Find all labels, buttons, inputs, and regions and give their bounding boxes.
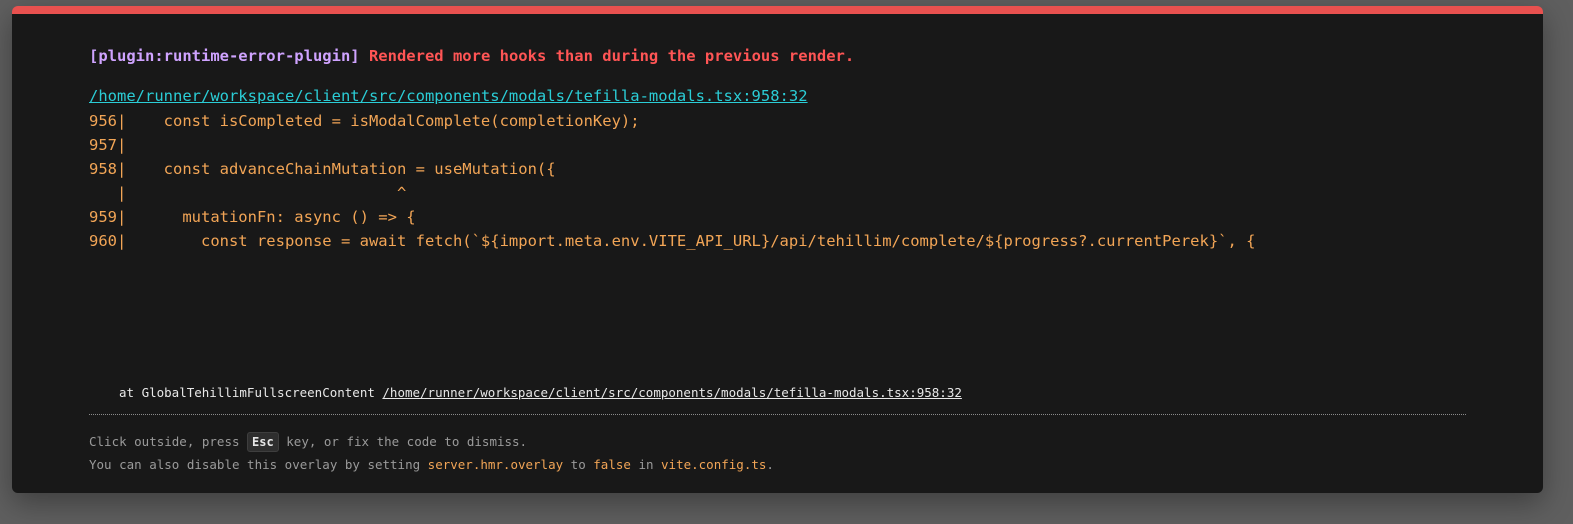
divider	[89, 414, 1466, 415]
config-value: false	[593, 457, 631, 472]
code-line: 956| const isCompleted = isModalComplete…	[89, 112, 640, 130]
disable-tip: You can also disable this overlay by set…	[89, 457, 774, 472]
page-background[interactable]: { "error": { "plugin": "[plugin:runtime-…	[0, 0, 1573, 524]
config-option: server.hmr.overlay	[427, 457, 564, 472]
tip-text: in	[638, 457, 654, 472]
error-overlay: [plugin:runtime-error-plugin] Rendered m…	[12, 6, 1543, 493]
code-line-caret: | ^	[89, 184, 407, 202]
tip-text: .	[766, 457, 774, 472]
stack-prefix: at GlobalTehillimFullscreenContent	[119, 385, 375, 400]
error-text: Rendered more hooks than during the prev…	[368, 47, 855, 65]
tip-text: You can also disable this overlay by set…	[89, 457, 421, 472]
tip-text: Click outside, press	[89, 434, 240, 449]
esc-key-badge: Esc	[247, 432, 279, 452]
dismiss-tip: Click outside, press Esc key, or fix the…	[89, 432, 527, 452]
code-frame: 956| const isCompleted = isModalComplete…	[89, 109, 1255, 253]
config-file: vite.config.ts	[661, 457, 767, 472]
error-message: [plugin:runtime-error-plugin] Rendered m…	[89, 47, 854, 65]
code-line: 958| const advanceChainMutation = useMut…	[89, 160, 556, 178]
tip-text: key, or fix the code to dismiss.	[286, 434, 528, 449]
error-file-link[interactable]: /home/runner/workspace/client/src/compon…	[89, 87, 808, 105]
code-line: 959| mutationFn: async () => {	[89, 208, 416, 226]
stack-trace: at GlobalTehillimFullscreenContent /home…	[119, 385, 962, 400]
code-line: 960| const response = await fetch(`${imp…	[89, 232, 1256, 250]
plugin-name: [plugin:runtime-error-plugin]	[89, 47, 360, 65]
stack-file-link[interactable]: /home/runner/workspace/client/src/compon…	[382, 385, 961, 400]
code-line: 957|	[89, 136, 127, 154]
tip-text: to	[570, 457, 586, 472]
